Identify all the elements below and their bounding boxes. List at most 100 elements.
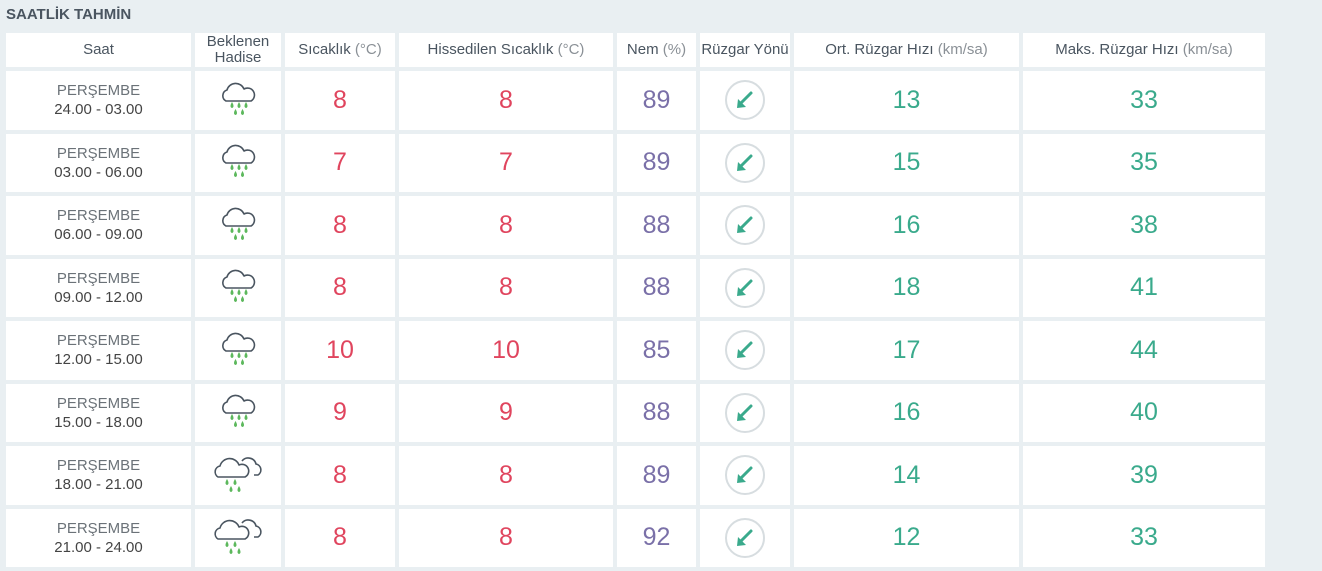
cell-saat: PERŞEMBE 24.00 - 03.00 (6, 71, 191, 130)
cell-saat: PERŞEMBE 18.00 - 21.00 (6, 446, 191, 505)
cell-nem: 89 (617, 71, 696, 130)
table-row: PERŞEMBE 09.00 - 12.00 8 8 88 18 41 (6, 258, 1265, 317)
row-time-range: 24.00 - 03.00 (54, 101, 143, 119)
wind-direction-compass (725, 455, 765, 496)
header-nem-unit: (%) (662, 41, 687, 58)
rain-double-cloud-icon (212, 453, 264, 498)
cell-ruzgar-yonu (700, 508, 790, 567)
cell-ruzgar-yonu (700, 196, 790, 255)
cell-nem: 88 (617, 383, 696, 442)
header-sicaklik-unit: (°C) (354, 41, 382, 58)
header-maks-ruzgar: Maks. Rüzgar Hızı (km/sa) (1023, 33, 1265, 67)
cell-sicaklik: 8 (285, 446, 395, 505)
cell-ruzgar-yonu (700, 321, 790, 380)
cell-ort-ruzgar: 16 (794, 383, 1019, 442)
cell-maks-ruzgar: 35 (1023, 133, 1265, 192)
cell-sicaklik: 9 (285, 383, 395, 442)
cell-ort-ruzgar: 12 (794, 508, 1019, 567)
cell-ort-ruzgar: 18 (794, 258, 1019, 317)
wind-direction-compass (725, 80, 765, 121)
cell-saat: PERŞEMBE 15.00 - 18.00 (6, 383, 191, 442)
header-hadise-line1: Beklenen (206, 33, 270, 50)
row-time-range: 15.00 - 18.00 (54, 413, 143, 431)
table-row: PERŞEMBE 06.00 - 09.00 8 8 88 16 38 (6, 196, 1265, 255)
header-hadise: Beklenen Hadise (195, 33, 281, 67)
cell-sicaklik: 8 (285, 71, 395, 130)
table-row: PERŞEMBE 21.00 - 24.00 8 8 92 12 33 (6, 508, 1265, 567)
cell-hadise (195, 321, 281, 380)
cell-maks-ruzgar: 40 (1023, 383, 1265, 442)
row-day: PERŞEMBE (56, 269, 141, 287)
table-body: PERŞEMBE 24.00 - 03.00 8 8 89 13 33 PERŞEMBE 03.… (6, 71, 1265, 567)
row-day: PERŞEMBE (56, 519, 141, 537)
cell-sicaklik: 10 (285, 321, 395, 380)
cell-nem: 88 (617, 196, 696, 255)
row-day: PERŞEMBE (56, 332, 141, 350)
cell-saat: PERŞEMBE 09.00 - 12.00 (6, 258, 191, 317)
cell-sicaklik: 7 (285, 133, 395, 192)
cell-nem: 88 (617, 258, 696, 317)
wind-direction-compass (725, 205, 765, 246)
hourly-forecast-table: Saat Beklenen Hadise Sıcaklık (°C) Hissed… (2, 29, 1269, 571)
cell-hadise (195, 133, 281, 192)
cell-maks-ruzgar: 33 (1023, 71, 1265, 130)
cell-hadise (195, 71, 281, 130)
wind-direction-compass (725, 330, 765, 371)
wind-direction-compass (725, 142, 765, 183)
row-time-range: 06.00 - 09.00 (54, 226, 143, 244)
cell-maks-ruzgar: 44 (1023, 321, 1265, 380)
cell-hissedilen: 9 (399, 383, 613, 442)
header-hissedilen-label: Hissedilen Sıcaklık (427, 41, 554, 58)
cell-hissedilen: 8 (399, 71, 613, 130)
cell-hadise (195, 446, 281, 505)
cell-hadise (195, 508, 281, 567)
rain-double-cloud-icon (212, 515, 264, 560)
cell-ort-ruzgar: 13 (794, 71, 1019, 130)
header-maks-ruzgar-label: Maks. Rüzgar Hızı (1055, 41, 1179, 58)
cell-hadise (195, 258, 281, 317)
cell-hissedilen: 10 (399, 321, 613, 380)
header-saat: Saat (6, 33, 191, 67)
table-row: PERŞEMBE 12.00 - 15.00 10 10 85 17 44 (6, 321, 1265, 380)
rain-cloud-icon (217, 266, 259, 309)
cell-maks-ruzgar: 41 (1023, 258, 1265, 317)
cell-nem: 85 (617, 321, 696, 380)
cell-ruzgar-yonu (700, 133, 790, 192)
row-time-range: 18.00 - 21.00 (54, 476, 143, 494)
cell-ruzgar-yonu (700, 383, 790, 442)
table-row: PERŞEMBE 24.00 - 03.00 8 8 89 13 33 (6, 71, 1265, 130)
header-hissedilen: Hissedilen Sıcaklık (°C) (399, 33, 613, 67)
table-header-row: Saat Beklenen Hadise Sıcaklık (°C) Hissed… (6, 33, 1265, 67)
wind-direction-compass (725, 267, 765, 308)
header-nem: Nem (%) (617, 33, 696, 67)
wind-direction-compass (725, 517, 765, 558)
header-sicaklik: Sıcaklık (°C) (285, 33, 395, 67)
cell-ruzgar-yonu (700, 258, 790, 317)
cell-hissedilen: 7 (399, 133, 613, 192)
table-row: PERŞEMBE 15.00 - 18.00 9 9 88 16 40 (6, 383, 1265, 442)
row-day: PERŞEMBE (56, 144, 141, 162)
cell-ort-ruzgar: 17 (794, 321, 1019, 380)
rain-cloud-icon (217, 204, 259, 247)
cell-hadise (195, 196, 281, 255)
row-day: PERŞEMBE (56, 207, 141, 225)
row-day: PERŞEMBE (56, 394, 141, 412)
row-time-range: 12.00 - 15.00 (54, 351, 143, 369)
table-row: PERŞEMBE 18.00 - 21.00 8 8 89 14 39 (6, 446, 1265, 505)
rain-cloud-icon (217, 79, 259, 122)
cell-saat: PERŞEMBE 06.00 - 09.00 (6, 196, 191, 255)
cell-maks-ruzgar: 38 (1023, 196, 1265, 255)
cell-maks-ruzgar: 33 (1023, 508, 1265, 567)
cell-saat: PERŞEMBE 03.00 - 06.00 (6, 133, 191, 192)
cell-ruzgar-yonu (700, 71, 790, 130)
header-maks-ruzgar-unit: (km/sa) (1182, 41, 1233, 58)
cell-maks-ruzgar: 39 (1023, 446, 1265, 505)
header-hissedilen-unit: (°C) (557, 41, 585, 58)
header-nem-label: Nem (626, 41, 659, 58)
header-ort-ruzgar-label: Ort. Rüzgar Hızı (825, 41, 934, 58)
cell-sicaklik: 8 (285, 258, 395, 317)
cell-nem: 92 (617, 508, 696, 567)
cell-hissedilen: 8 (399, 508, 613, 567)
rain-cloud-icon (217, 391, 259, 434)
cell-ort-ruzgar: 14 (794, 446, 1019, 505)
